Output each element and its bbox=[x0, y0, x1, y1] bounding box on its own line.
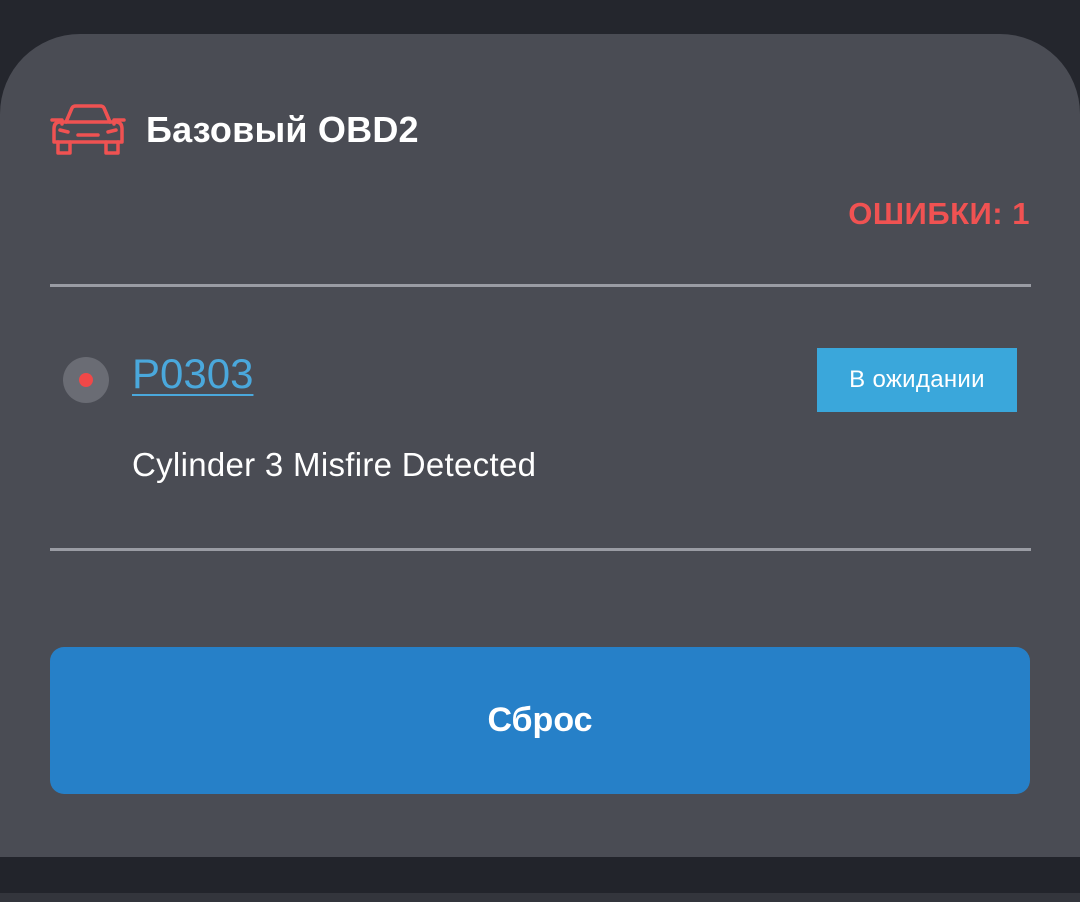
card-header: Базовый OBD2 bbox=[50, 100, 419, 160]
status-dot-icon bbox=[63, 357, 109, 403]
divider-top bbox=[50, 284, 1031, 287]
dtc-code-link[interactable]: P0303 bbox=[132, 350, 253, 398]
status-dot-inner bbox=[79, 373, 93, 387]
page-title: Базовый OBD2 bbox=[146, 109, 419, 150]
errors-count-label: ОШИБКИ: 1 bbox=[848, 196, 1030, 231]
car-icon bbox=[50, 104, 126, 155]
bottom-bar bbox=[0, 857, 1080, 893]
divider-bottom bbox=[50, 548, 1031, 551]
bottom-edge bbox=[0, 893, 1080, 902]
dtc-description: Cylinder 3 Misfire Detected bbox=[132, 446, 537, 483]
status-badge: В ожидании bbox=[817, 348, 1017, 412]
reset-button[interactable]: Сброс bbox=[50, 647, 1030, 794]
